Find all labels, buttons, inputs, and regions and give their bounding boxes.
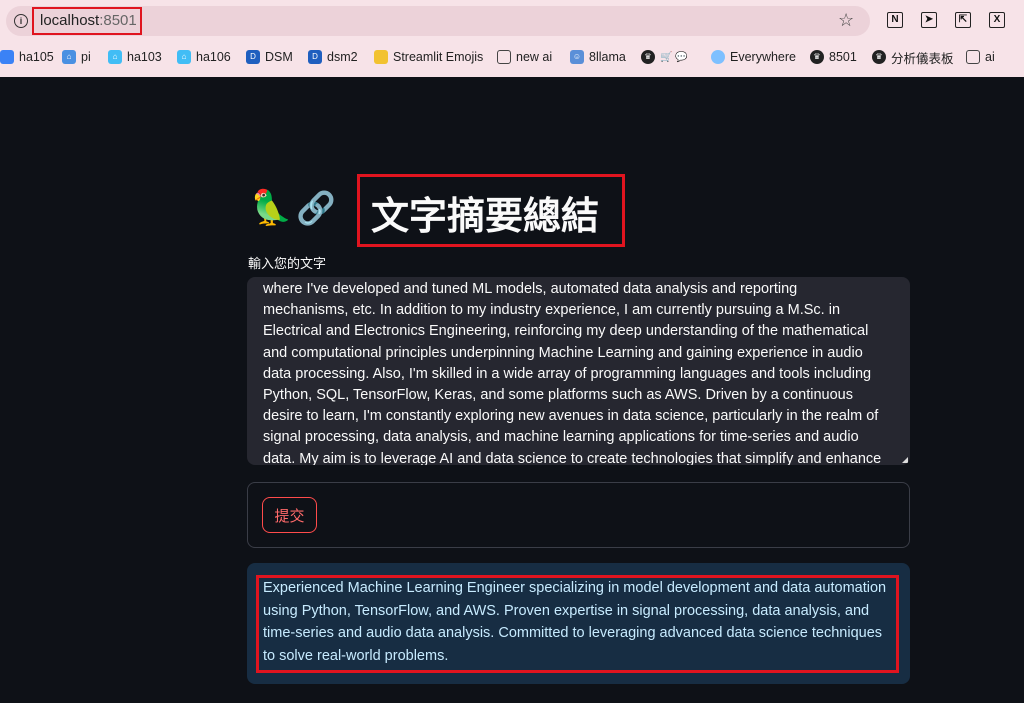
chat-bubble-icon: [711, 50, 725, 64]
bookmark-new-ai[interactable]: new ai: [497, 47, 552, 67]
bookmark-label: 分析儀表板: [891, 51, 954, 66]
bookmark-ha106[interactable]: ⌂ ha106: [177, 47, 231, 67]
url-port: :8501: [99, 12, 137, 29]
home-assistant-icon: ⌂: [177, 50, 191, 64]
submit-form: 提交: [247, 482, 910, 548]
submit-button[interactable]: 提交: [262, 497, 317, 533]
resize-handle[interactable]: [902, 457, 908, 463]
bookmark-ha105[interactable]: ha105: [0, 47, 54, 67]
bookmark-star-icon[interactable]: ☆: [838, 10, 854, 31]
text-input-area[interactable]: where I've developed and tuned ML models…: [247, 277, 910, 465]
resize-icon[interactable]: ⇱: [955, 12, 971, 28]
dsm-icon: D: [308, 50, 322, 64]
info-icon[interactable]: i: [14, 14, 28, 28]
bookmark-label: ai: [985, 50, 995, 64]
page-title-row: 🦜 🔗 文字摘要總結: [250, 174, 625, 247]
bookmark-label: ha106: [196, 50, 231, 64]
send-icon[interactable]: ➤: [921, 12, 937, 28]
folder-icon: [966, 50, 980, 64]
home-assistant-icon: ⌂: [108, 50, 122, 64]
bookmark-label: ha105: [19, 50, 54, 64]
bookmark-8501[interactable]: ♛ 8501: [810, 47, 857, 67]
url-host: localhost: [40, 12, 100, 29]
bookmark-label: new ai: [516, 50, 553, 64]
crown-icon: ♛: [872, 50, 886, 64]
input-label: 輸入您的文字: [248, 256, 327, 271]
parrot-icon: 🦜: [250, 189, 293, 227]
bookmark-crown[interactable]: ♛ 🛒 💬: [641, 47, 688, 67]
bookmarks-bar: ha105 ⌂ pi ⌂ ha103 ⌂ ha106 D DSM D dsm2 …: [0, 44, 1024, 70]
address-bar[interactable]: i localhost:8501 ☆: [6, 6, 870, 36]
bookmark-ai[interactable]: ai: [966, 47, 995, 67]
folder-blue-icon: [0, 50, 14, 64]
bookmark-label: ha103: [127, 50, 162, 64]
notion-icon[interactable]: N: [887, 12, 903, 28]
bookmark-ha103[interactable]: ⌂ ha103: [108, 47, 162, 67]
bookmark-dsm[interactable]: D DSM: [246, 47, 293, 67]
text-input-content: where I've developed and tuned ML models…: [263, 281, 882, 465]
app-main: 🦜 🔗 文字摘要總結 輸入您的文字 where I've developed a…: [0, 77, 1024, 703]
bookmark-label: Streamlit Emojis: [393, 50, 484, 64]
bookmark-everywhere[interactable]: Everywhere: [711, 47, 796, 67]
bookmark-label: dsm2: [327, 50, 358, 64]
bookmark-pi[interactable]: ⌂ pi: [62, 47, 91, 67]
summary-text: Experienced Machine Learning Engineer sp…: [263, 580, 887, 664]
link-icon: 🔗: [296, 190, 336, 226]
bookmark-label: Everywhere: [730, 50, 796, 64]
folder-yellow-icon: [374, 50, 388, 64]
browser-chrome: i localhost:8501 ☆ N ➤ ⇱ X ha105 ⌂ pi ⌂ …: [0, 0, 1024, 77]
url-field[interactable]: localhost:8501: [32, 7, 142, 35]
excel-icon[interactable]: X: [989, 12, 1005, 28]
misc-icons: 🛒 💬: [660, 51, 688, 63]
bookmark-dsm2[interactable]: D dsm2: [308, 47, 358, 67]
crown-icon: ♛: [641, 50, 655, 64]
home-icon: ⌂: [62, 50, 76, 64]
bookmark-label: pi: [81, 50, 91, 64]
bookmark-dashboard[interactable]: ♛ 分析儀表板: [872, 47, 954, 67]
bookmark-label: 8llama: [589, 50, 626, 64]
bookmark-label: DSM: [265, 50, 293, 64]
folder-icon: [497, 50, 511, 64]
crown-icon: ♛: [810, 50, 824, 64]
summary-result-box: Experienced Machine Learning Engineer sp…: [247, 563, 910, 684]
bookmark-streamlit-emojis[interactable]: Streamlit Emojis: [374, 47, 483, 67]
dsm-icon: D: [246, 50, 260, 64]
page-title: 文字摘要總結: [371, 196, 600, 238]
bookmark-8llama[interactable]: ☺ 8llama: [570, 47, 626, 67]
bookmark-label: 8501: [829, 50, 857, 64]
llama-icon: ☺: [570, 50, 584, 64]
